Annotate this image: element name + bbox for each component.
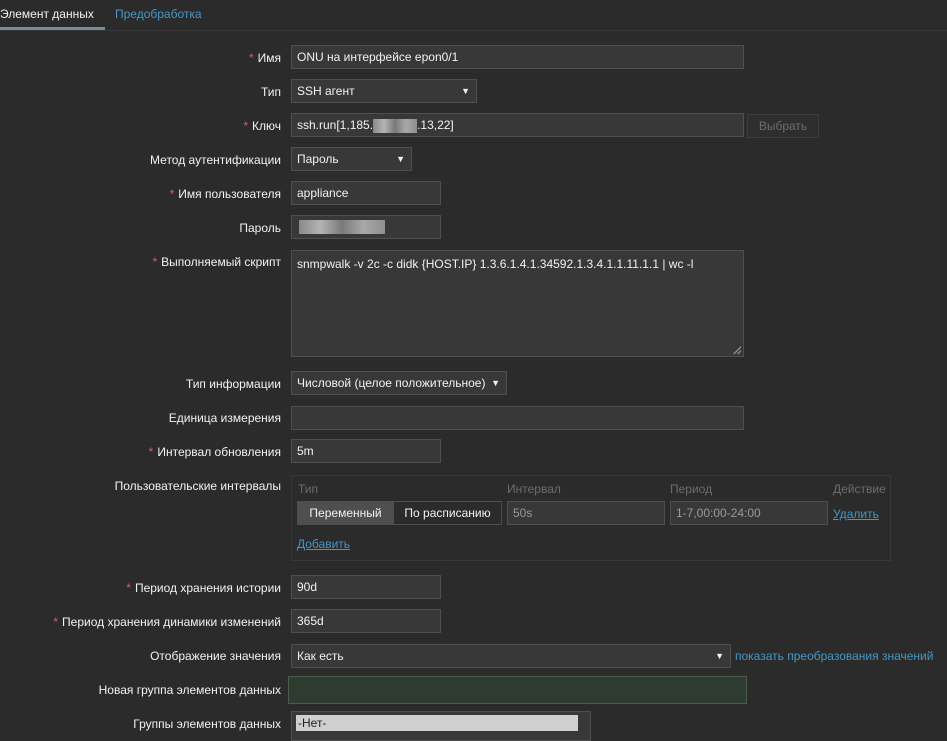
apps-label: Группы элементов данных bbox=[133, 717, 281, 731]
tab-preprocessing[interactable]: Предобработка bbox=[115, 7, 202, 21]
password-label: Пароль bbox=[239, 221, 281, 235]
required-marker: * bbox=[148, 445, 154, 459]
valuemap-label: Отображение значения bbox=[150, 649, 281, 663]
key-label: * Ключ bbox=[243, 119, 281, 133]
username-label: * Имя пользователя bbox=[169, 187, 281, 201]
flexible-toggle[interactable]: Переменный bbox=[297, 501, 394, 525]
required-marker: * bbox=[248, 51, 254, 65]
custom-intervals-label: Пользовательские интервалы bbox=[114, 479, 281, 493]
script-textarea[interactable]: snmpwalk -v 2c -c didk {HOST.IP} 1.3.6.1… bbox=[291, 250, 744, 357]
redacted-password bbox=[299, 219, 385, 234]
history-input[interactable]: 90d bbox=[291, 575, 441, 599]
new-app-input[interactable] bbox=[288, 676, 747, 704]
tab-item[interactable]: Элемент данных bbox=[0, 7, 94, 21]
type-label: Тип bbox=[260, 85, 281, 99]
history-label: * Период хранения истории bbox=[126, 581, 281, 595]
name-label: * Имя bbox=[248, 51, 281, 65]
key-input[interactable]: ssh.run[1,185. .13,22] bbox=[291, 113, 744, 137]
required-marker: * bbox=[152, 255, 158, 269]
period-input[interactable]: 1-7,00:00-24:00 bbox=[670, 501, 828, 525]
required-marker: * bbox=[53, 615, 59, 629]
trends-label: * Период хранения динамики изменений bbox=[53, 615, 281, 629]
auth-method-value: Пароль bbox=[297, 152, 339, 166]
trends-input[interactable]: 365d bbox=[291, 609, 441, 633]
tabs-bar: Элемент данных Предобработка bbox=[0, 0, 947, 31]
type-select-value: SSH агент bbox=[297, 84, 355, 98]
redacted-ip-segment bbox=[373, 118, 418, 133]
custom-intervals-table: Тип Интервал Период Действие Переменный … bbox=[291, 475, 891, 561]
units-label: Единица измерения bbox=[168, 411, 281, 425]
key-value-suffix: .13,22] bbox=[417, 118, 454, 132]
tabs-divider bbox=[0, 30, 947, 31]
type-select[interactable]: SSH агент bbox=[291, 79, 477, 103]
info-type-label: Тип информации bbox=[185, 377, 281, 391]
required-marker: * bbox=[169, 187, 175, 201]
script-value: snmpwalk -v 2c -c didk {HOST.IP} 1.3.6.1… bbox=[297, 257, 694, 271]
required-marker: * bbox=[126, 581, 131, 595]
apps-list-item[interactable]: -Нет- bbox=[296, 715, 578, 731]
remove-interval-link[interactable]: Удалить bbox=[833, 507, 879, 521]
update-interval-input[interactable]: 5m bbox=[291, 439, 441, 463]
header-action: Действие bbox=[833, 482, 886, 496]
valuemap-value: Как есть bbox=[297, 649, 344, 663]
resize-grip-icon[interactable] bbox=[733, 346, 741, 354]
auth-method-label: Метод аутентификации bbox=[150, 153, 281, 167]
password-input[interactable] bbox=[291, 215, 441, 239]
valuemap-select[interactable]: Как есть bbox=[291, 644, 731, 668]
apps-listbox[interactable]: -Нет- bbox=[291, 711, 591, 741]
update-interval-label: * Интервал обновления bbox=[148, 445, 281, 459]
info-type-select[interactable]: Числовой (целое положительное) bbox=[291, 371, 507, 395]
key-value-prefix: ssh.run[1,185. bbox=[297, 118, 374, 132]
header-interval: Интервал bbox=[507, 482, 561, 496]
required-marker: * bbox=[243, 119, 249, 133]
interval-input[interactable]: 50s bbox=[507, 501, 665, 525]
units-input[interactable] bbox=[291, 406, 744, 430]
show-valuemaps-link[interactable]: показать преобразования значений bbox=[735, 649, 933, 663]
select-key-button[interactable]: Выбрать bbox=[747, 114, 819, 138]
new-app-label: Новая группа элементов данных bbox=[98, 683, 281, 697]
name-input[interactable]: ONU на интерфейсе epon0/1 bbox=[291, 45, 744, 69]
header-type: Тип bbox=[298, 482, 319, 496]
add-interval-link[interactable]: Добавить bbox=[297, 537, 350, 551]
script-label: * Выполняемый скрипт bbox=[152, 255, 281, 269]
scheduling-toggle[interactable]: По расписанию bbox=[393, 501, 502, 525]
auth-method-select[interactable]: Пароль bbox=[291, 147, 412, 171]
username-input[interactable]: appliance bbox=[291, 181, 441, 205]
info-type-value: Числовой (целое положительное) bbox=[297, 376, 486, 390]
header-period: Период bbox=[670, 482, 713, 496]
